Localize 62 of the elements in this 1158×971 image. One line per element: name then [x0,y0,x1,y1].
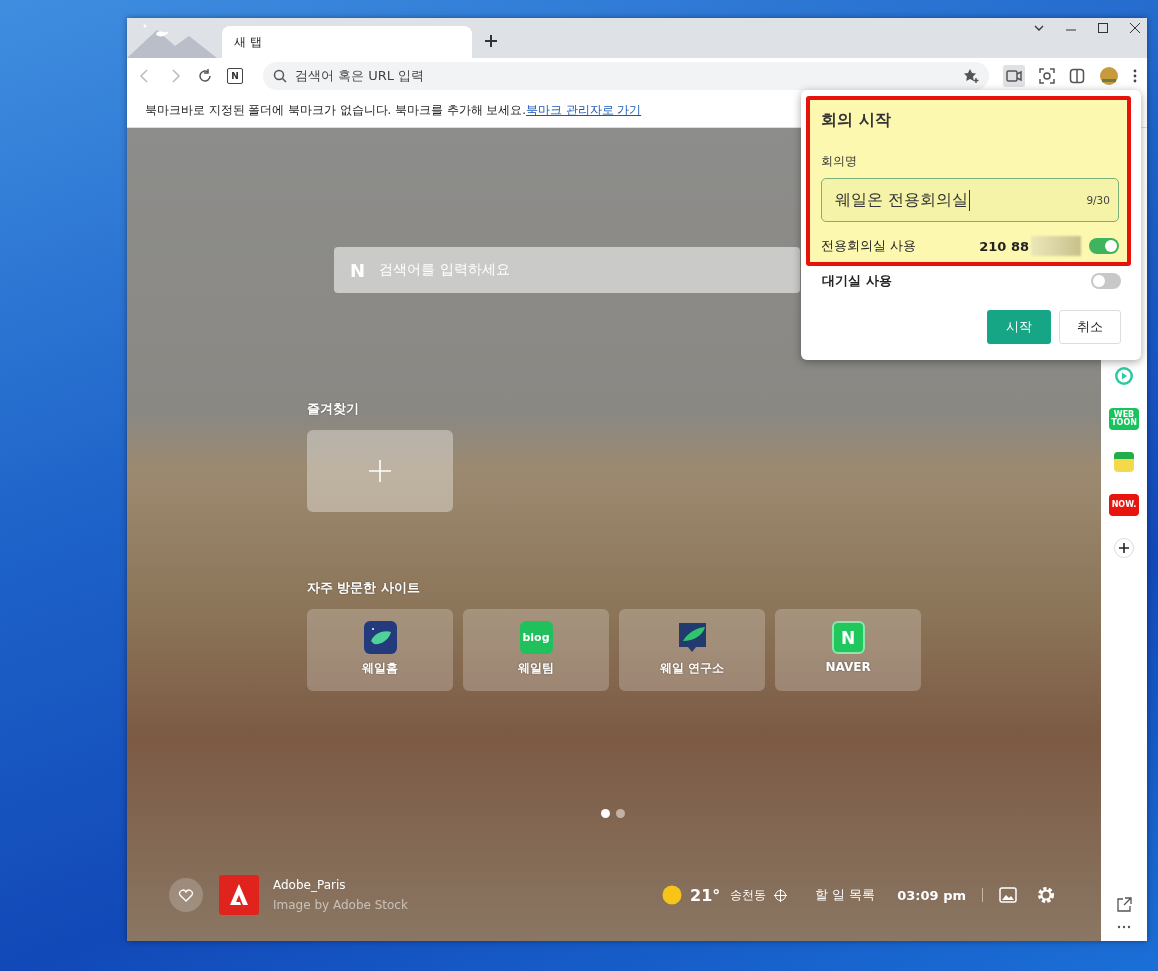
frequent-site-tile[interactable]: 웨일홈 [307,609,453,691]
image-credit: Image by Adobe Stock [273,898,408,912]
cancel-button[interactable]: 취소 [1059,310,1121,344]
popup-title: 회의 시작 [821,110,892,131]
toggle-label: 대기실 사용 [822,272,892,290]
naver-logo-icon[interactable]: N [227,68,243,84]
character-counter: 9/30 [1086,194,1110,206]
toggle-label: 전용회의실 사용 [821,237,917,255]
section-title: 즐겨찾기 [307,401,360,418]
like-button[interactable] [169,878,203,912]
frequent-site-tile[interactable]: N NAVER [775,609,921,691]
search-icon [273,69,287,83]
external-link-icon[interactable] [1116,897,1132,913]
settings-icon[interactable] [1037,886,1055,904]
site-label: NAVER [825,660,871,674]
clock-time: 03:09 pm [897,887,966,903]
start-button[interactable]: 시작 [987,310,1051,344]
close-icon[interactable] [1129,22,1141,34]
address-bar[interactable]: 검색어 혹은 URL 입력 [263,62,989,90]
split-view-icon[interactable] [1069,68,1085,84]
todo-link[interactable]: 할 일 목록 [815,886,876,904]
section-title: 자주 방문한 사이트 [307,580,421,597]
frequent-site-tile[interactable]: blog 웨일팀 [463,609,609,691]
location-name: 송천동 [730,886,767,904]
field-label: 회의명 [821,153,858,170]
browser-tab[interactable]: 새 탭 [222,26,472,58]
now-app-icon[interactable]: NOW. [1108,494,1140,516]
site-label: 웨일 연구소 [659,660,725,677]
reload-icon[interactable] [197,68,213,84]
star-add-icon[interactable] [963,68,979,84]
bookmark-bar-message: 북마크바로 지정된 폴더에 북마크가 없습니다. 북마크를 추가해 보세요. [145,103,526,118]
add-icon[interactable] [1114,538,1134,558]
site-label: 웨일홈 [362,660,398,677]
location-target-icon[interactable] [774,888,788,902]
image-icon[interactable] [999,887,1017,903]
page-dot[interactable] [601,809,610,818]
more-icon[interactable] [1117,925,1131,929]
webtoon-app-icon[interactable]: WEB TOON [1109,408,1139,430]
maximize-icon[interactable] [1097,22,1109,34]
redaction-block [1031,236,1081,256]
screen-capture-icon[interactable] [1039,68,1055,84]
image-title: Adobe_Paris [273,878,347,892]
naver-app-icon: N [831,621,865,654]
sun-icon [662,885,682,905]
blog-app-icon: blog [519,621,553,654]
new-tab-plus-icon[interactable] [484,34,498,48]
plus-icon [368,459,392,483]
page-dot[interactable] [616,809,625,818]
meeting-name-field[interactable]: 웨일온 전용회의실 9/30 [821,178,1119,222]
site-label: 웨일팀 [518,660,554,677]
temperature: 21° [690,885,721,905]
room-number: 210 88 [979,238,1029,254]
profile-avatar-icon[interactable] [1099,66,1119,86]
heart-icon [178,888,194,902]
bookmark-manager-link[interactable]: 북마크 관리자로 가기 [525,103,642,118]
adobe-logo-icon [219,875,259,915]
video-camera-icon[interactable] [1003,65,1025,87]
whale-app-icon [363,621,397,654]
frequent-site-tile[interactable]: 웨일 연구소 [619,609,765,691]
more-menu-icon[interactable] [1133,68,1137,84]
toggle-switch[interactable] [1091,273,1121,289]
toggle-switch[interactable] [1089,238,1119,254]
